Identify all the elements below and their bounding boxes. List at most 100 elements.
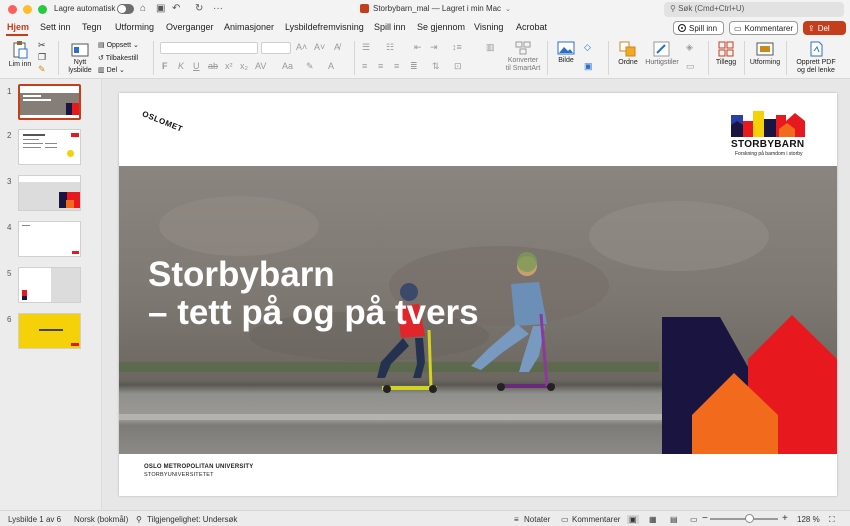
autosave-toggle[interactable] <box>117 4 134 14</box>
italic-icon[interactable]: K <box>178 61 184 71</box>
tab-se-gjennom[interactable]: Se gjennom <box>417 22 465 32</box>
superscript-icon[interactable]: x² <box>225 61 233 71</box>
comments-button[interactable]: ▭ Kommentarer <box>729 21 798 35</box>
fill-icon[interactable]: ◈ <box>686 42 693 53</box>
arrange-button[interactable]: Ordne <box>614 41 642 67</box>
normal-view-icon[interactable]: ▣ <box>627 515 639 524</box>
align-center-icon[interactable]: ≡ <box>378 61 383 71</box>
designer-button[interactable]: Utforming <box>748 41 782 67</box>
cut-icon[interactable]: ✂ <box>38 40 46 51</box>
notes-button[interactable]: Notater <box>524 515 550 524</box>
slide-sorter-icon[interactable]: ▦ <box>649 515 657 524</box>
picture-button[interactable]: Bilde <box>553 41 579 65</box>
zoom-slider-handle[interactable] <box>745 514 754 523</box>
character-spacing-icon[interactable]: AV <box>255 61 266 71</box>
active-tab-indicator <box>6 34 28 36</box>
decrease-font-icon[interactable]: A˅ <box>314 42 325 52</box>
tab-tegn[interactable]: Tegn <box>82 22 102 32</box>
new-slide-button[interactable]: Nytt lysbilde <box>64 41 96 75</box>
slide-counter: Lysbilde 1 av 6 <box>8 515 62 524</box>
tab-utforming[interactable]: Utforming <box>115 22 154 32</box>
language-status[interactable]: Norsk (bokmål) <box>74 515 128 524</box>
fit-to-window-icon[interactable]: ⛶ <box>829 515 835 525</box>
reset-button[interactable]: ↺ Tilbakestill <box>98 54 138 62</box>
reading-view-icon[interactable]: ▤ <box>670 515 678 524</box>
tab-sett-inn[interactable]: Sett inn <box>40 22 71 32</box>
convert-smartart-button[interactable]: Konverter til SmartArt <box>502 41 544 73</box>
increase-font-icon[interactable]: A˄ <box>296 42 307 52</box>
slide-thumbnail-6[interactable] <box>18 313 81 349</box>
font-color-icon[interactable]: A <box>328 61 334 71</box>
section-icon: ▥ <box>98 67 107 74</box>
redo-icon[interactable]: ↻ <box>195 3 203 14</box>
align-left-icon[interactable]: ≡ <box>362 61 367 71</box>
slide-title[interactable]: Storbybarn – tett på og på tvers <box>148 256 568 332</box>
zoom-in-icon[interactable]: + <box>782 513 788 524</box>
slide-thumbnail-2[interactable] <box>18 129 81 165</box>
numbering-icon[interactable]: ☷ <box>386 42 394 53</box>
record-button[interactable]: Spill inn <box>673 21 724 35</box>
shapes-icon[interactable]: ◇ <box>584 42 591 53</box>
slide-thumbnail-1[interactable] <box>18 84 81 120</box>
undo-icon[interactable]: ↶ <box>172 3 180 14</box>
tab-animasjoner[interactable]: Animasjoner <box>224 22 274 32</box>
zoom-out-icon[interactable]: − <box>702 513 708 524</box>
slide-1[interactable]: OSLOMET STORBYBARN Forskning på barndom … <box>119 93 837 496</box>
tab-spill-inn[interactable]: Spill inn <box>374 22 406 32</box>
increase-indent-icon[interactable]: ⇥ <box>430 42 438 53</box>
align-text-icon[interactable]: ⊡ <box>454 61 462 72</box>
zoom-window-icon[interactable] <box>38 5 47 14</box>
storbybarn-name: STORBYBARN <box>731 139 805 150</box>
accessibility-status[interactable]: Tilgjengelighet: Undersøk <box>147 515 237 524</box>
document-title[interactable]: Storbybarn_mal — Lagret i min Mac ⌄ <box>360 4 511 13</box>
thumbnail-number: 1 <box>7 87 12 96</box>
align-right-icon[interactable]: ≡ <box>394 61 399 71</box>
tab-visning[interactable]: Visning <box>474 22 503 32</box>
zoom-slider[interactable] <box>710 518 778 520</box>
font-name-select[interactable] <box>160 42 258 54</box>
highlight-icon[interactable]: ✎ <box>306 61 314 72</box>
tab-overganger[interactable]: Overganger <box>166 22 214 32</box>
subscript-icon[interactable]: x₂ <box>240 61 248 71</box>
layout-button[interactable]: ▤ Oppsett ⌄ <box>98 41 139 49</box>
clear-format-icon[interactable]: A̸ <box>334 42 340 52</box>
ribbon-divider <box>708 41 709 75</box>
minimize-window-icon[interactable] <box>23 5 32 14</box>
tab-lysbildefremvisning[interactable]: Lysbildefremvisning <box>285 22 364 32</box>
zoom-level[interactable]: 128 % <box>797 515 820 524</box>
decrease-indent-icon[interactable]: ⇤ <box>414 42 422 53</box>
paste-button[interactable]: Lim inn <box>6 41 34 69</box>
text-direction-icon[interactable]: ⇅ <box>432 61 440 72</box>
search-box[interactable]: ⚲ Søk (Cmd+Ctrl+U) <box>664 2 844 17</box>
textbox-icon[interactable]: ▣ <box>584 61 593 72</box>
comments-status-button[interactable]: Kommentarer <box>572 515 620 524</box>
more-icon[interactable]: ··· <box>213 3 223 14</box>
line-spacing-icon[interactable]: ↕≡ <box>452 42 462 52</box>
quick-styles-button[interactable]: Hurtigstiler <box>644 41 680 67</box>
slide-thumbnail-4[interactable] <box>18 221 81 257</box>
add-ins-icon <box>718 41 734 57</box>
slide-thumbnail-3[interactable] <box>18 175 81 211</box>
tab-acrobat[interactable]: Acrobat <box>516 22 547 32</box>
slide-thumbnail-5[interactable] <box>18 267 81 303</box>
change-case-icon[interactable]: Aa <box>282 61 293 71</box>
underline-icon[interactable]: U <box>193 61 200 71</box>
create-pdf-button[interactable]: Opprett PDF og del lenke <box>790 41 842 75</box>
columns-icon[interactable]: ▥ <box>486 42 495 53</box>
bullets-icon[interactable]: ☰ <box>362 42 370 53</box>
outline-icon[interactable]: ▭ <box>686 61 695 72</box>
tab-hjem[interactable]: Hjem <box>7 22 29 32</box>
slideshow-icon[interactable]: ▭ <box>690 515 698 524</box>
section-button[interactable]: ▥ Del ⌄ <box>98 66 125 74</box>
font-size-select[interactable] <box>261 42 291 54</box>
justify-icon[interactable]: ≣ <box>410 61 418 72</box>
strikethrough-icon[interactable]: ab <box>208 61 218 71</box>
copy-icon[interactable]: ❐ <box>38 52 46 63</box>
share-button[interactable]: ⇪ Del <box>803 21 846 35</box>
format-painter-icon[interactable]: ✎ <box>38 64 46 75</box>
bold-icon[interactable]: F <box>162 61 168 71</box>
add-ins-button[interactable]: Tillegg <box>712 41 740 67</box>
save-icon[interactable]: ▣ <box>156 3 165 14</box>
close-window-icon[interactable] <box>8 5 17 14</box>
home-icon[interactable]: ⌂ <box>140 3 146 14</box>
